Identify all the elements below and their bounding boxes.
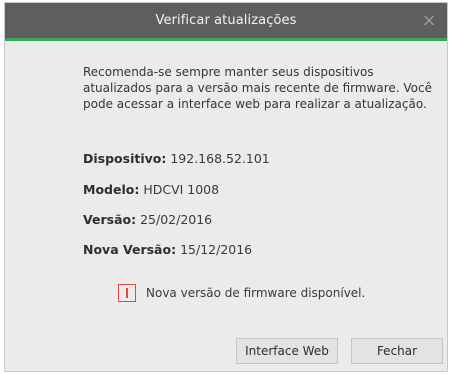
recommendation-message: Recomenda-se sempre manter seus disposit…	[83, 65, 433, 111]
version-value: 25/02/2016	[140, 212, 213, 227]
version-row: Versão: 25/02/2016	[83, 212, 212, 227]
title-bar: Verificar atualizações ×	[5, 3, 447, 41]
device-row: Dispositivo: 192.168.52.101	[83, 151, 270, 166]
firmware-notice: Nova versão de firmware disponível.	[118, 284, 365, 302]
model-value: HDCVI 1008	[143, 182, 220, 197]
new-version-value: 15/12/2016	[180, 242, 253, 257]
web-interface-button[interactable]: Interface Web	[236, 338, 338, 364]
model-row: Modelo: HDCVI 1008	[83, 182, 219, 197]
firmware-available-label: Nova versão de firmware disponível.	[146, 286, 366, 300]
model-label: Modelo:	[83, 182, 140, 197]
new-version-label: Nova Versão:	[83, 242, 177, 257]
version-label: Versão:	[83, 212, 137, 227]
firmware-available-checkbox[interactable]	[118, 284, 136, 302]
device-value: 192.168.52.101	[170, 151, 270, 166]
update-check-dialog: Verificar atualizações × Recomenda-se se…	[4, 2, 448, 372]
close-icon[interactable]: ×	[419, 11, 439, 31]
new-version-row: Nova Versão: 15/12/2016	[83, 242, 252, 257]
close-button[interactable]: Fechar	[351, 338, 443, 364]
device-label: Dispositivo:	[83, 151, 167, 166]
dialog-title: Verificar atualizações	[155, 13, 297, 28]
